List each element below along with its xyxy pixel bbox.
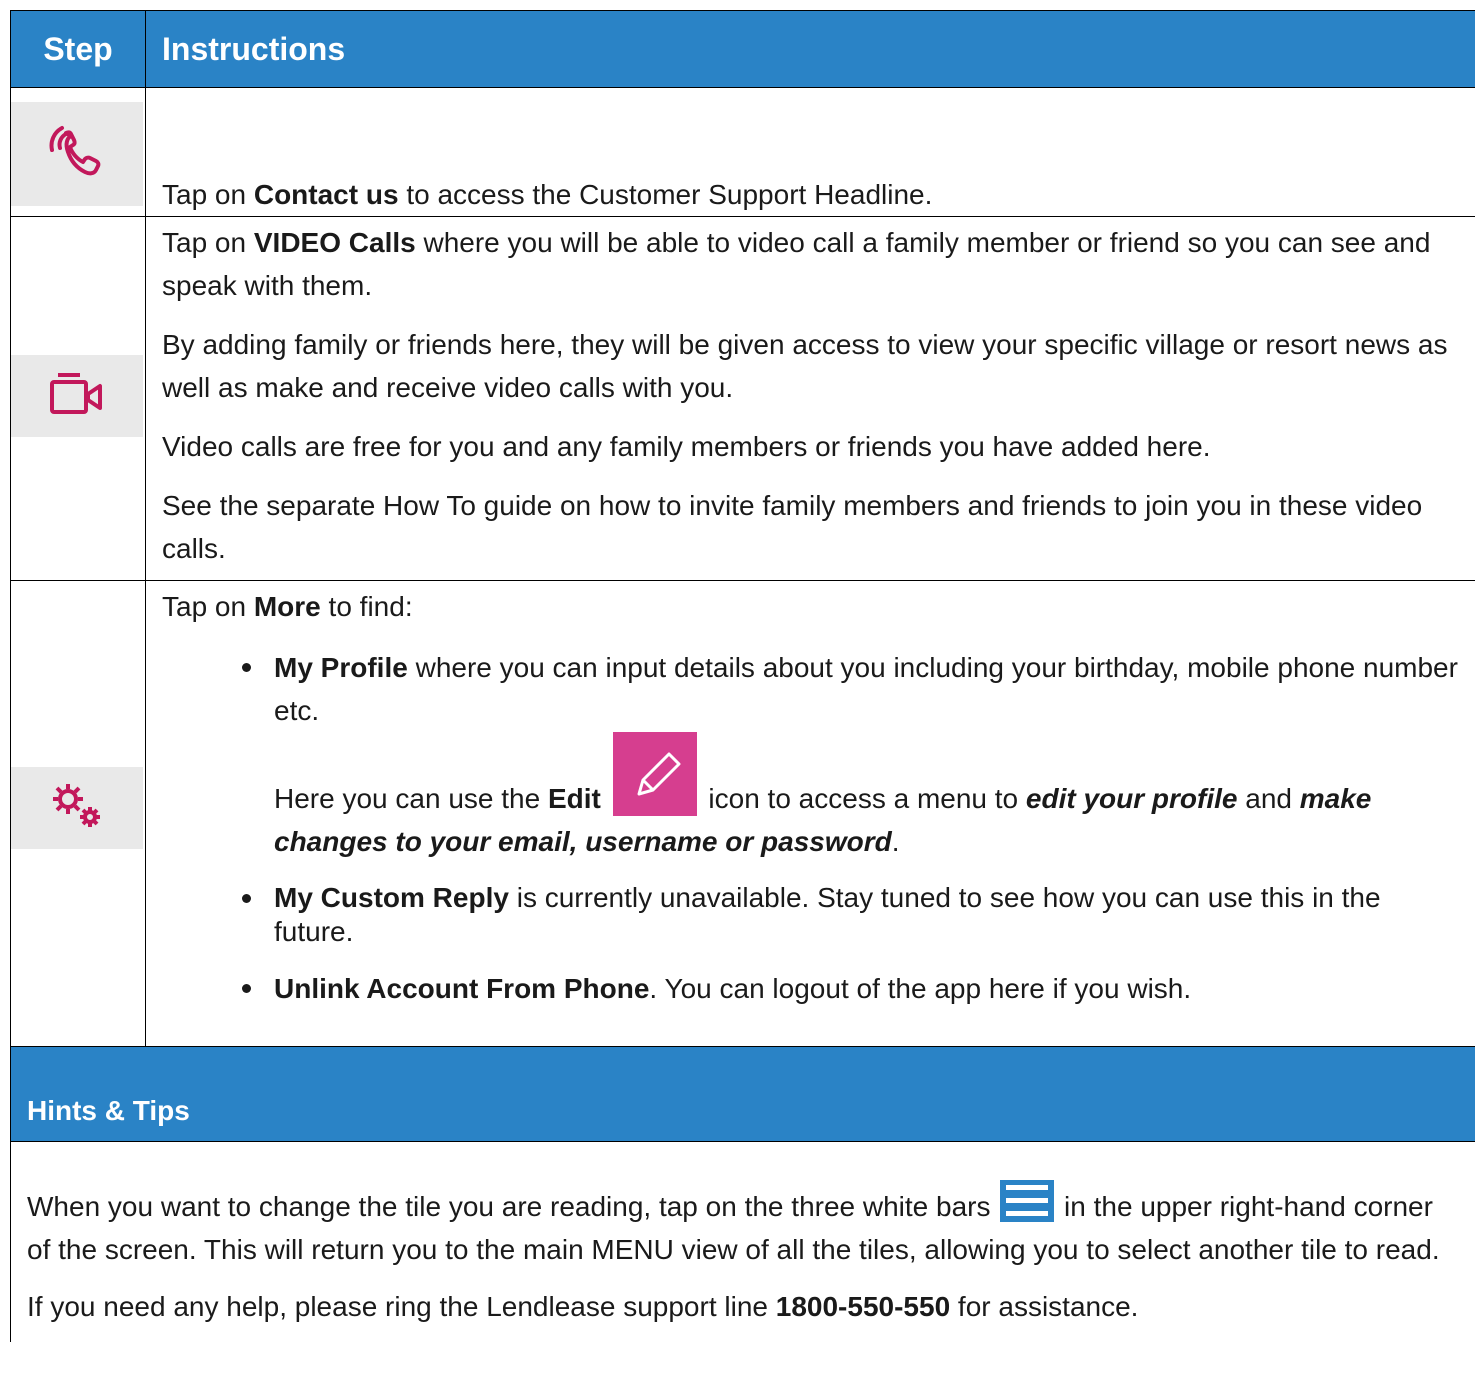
edit-text-pre: Here you can use the (274, 783, 548, 814)
bullet-icon (242, 663, 251, 672)
instruction-cell-contact: Tap on Contact us to access the Customer… (145, 87, 1475, 217)
phone-icon (47, 122, 107, 187)
my-profile-label: My Profile (274, 652, 408, 683)
hints-header-row: Hints & Tips (10, 1046, 1475, 1142)
hints-body-row: When you want to change the tile you are… (10, 1141, 1475, 1342)
video-icon-tile (11, 355, 143, 437)
more-label: More (253, 591, 321, 622)
step-column-header: Step (10, 10, 146, 88)
step-cell-contact (10, 87, 146, 217)
edit-label: Edit (547, 783, 601, 814)
video-camera-icon (48, 372, 106, 421)
step-cell-video (10, 216, 146, 581)
more-text-post: to find: (320, 591, 413, 622)
my-profile-text: where you can input details about you in… (274, 652, 1458, 726)
instruction-cell-video: Tap on VIDEO Calls where you will be abl… (145, 216, 1475, 581)
table-header-row: Step Instructions (10, 10, 1475, 88)
step-cell-more (10, 580, 146, 1047)
edit-text-and: and (1237, 783, 1300, 814)
edit-paragraph: Here you can use the Edit icon to access… (162, 732, 1463, 863)
gears-icon (50, 781, 104, 836)
table-row-video: Tap on VIDEO Calls where you will be abl… (10, 216, 1475, 581)
support-phone-number: 1800-550-550 (775, 1291, 951, 1322)
table-row-more: Tap on More to find: My Profile where yo… (10, 580, 1475, 1047)
support-text-pre: If you need any help, please ring the Le… (27, 1291, 776, 1322)
edit-text-end: . (891, 826, 900, 857)
my-custom-reply-label: My Custom Reply (274, 882, 509, 913)
hints-title: Hints & Tips (10, 1046, 1475, 1142)
pencil-icon (612, 732, 697, 816)
edit-text-mid: icon to access a menu to (700, 783, 1026, 814)
unlink-account-label: Unlink Account From Phone (274, 973, 650, 1004)
video-text-pre: Tap on (162, 227, 254, 258)
unlink-account-text: . You can logout of the app here if you … (649, 973, 1192, 1004)
video-paragraph-free: Video calls are free for you and any fam… (162, 431, 1211, 462)
instructions-table: Step Instructions Tap on Contact us to a… (10, 10, 1475, 1342)
instruction-cell-more: Tap on More to find: My Profile where yo… (145, 580, 1475, 1047)
hints-text-pre: When you want to change the tile you are… (27, 1191, 991, 1222)
more-icon-tile (11, 767, 143, 849)
contact-icon-tile (11, 102, 143, 206)
video-paragraph-access: By adding family or friends here, they w… (162, 329, 1448, 403)
edit-profile-emphasis: edit your profile (1025, 783, 1238, 814)
instructions-document: Step Instructions Tap on Contact us to a… (10, 10, 1475, 1342)
table-row-contact: Tap on Contact us to access the Customer… (10, 87, 1475, 217)
list-item-unlink-account: Unlink Account From Phone. You can logou… (162, 967, 1463, 1010)
video-calls-label: VIDEO Calls (253, 227, 416, 258)
support-text-post: for assistance. (950, 1291, 1139, 1322)
list-item-my-profile: My Profile where you can input details a… (162, 646, 1463, 732)
hints-body-cell: When you want to change the tile you are… (10, 1141, 1475, 1342)
video-paragraph-guide: See the separate How To guide on how to … (162, 490, 1423, 564)
more-text-pre: Tap on (162, 591, 254, 622)
more-options-list-2: My Custom Reply is currently unavailable… (162, 881, 1463, 1010)
instructions-column-header: Instructions (145, 10, 1475, 88)
list-item-custom-reply: My Custom Reply is currently unavailable… (162, 881, 1463, 949)
contact-text-pre: Tap on (162, 179, 254, 210)
hamburger-menu-icon (1000, 1180, 1055, 1222)
contact-text-post: to access the Customer Support Headline. (398, 179, 933, 210)
contact-us-label: Contact us (253, 179, 399, 210)
bullet-icon (242, 894, 251, 903)
bullet-icon (242, 984, 251, 993)
more-options-list: My Profile where you can input details a… (162, 646, 1463, 732)
